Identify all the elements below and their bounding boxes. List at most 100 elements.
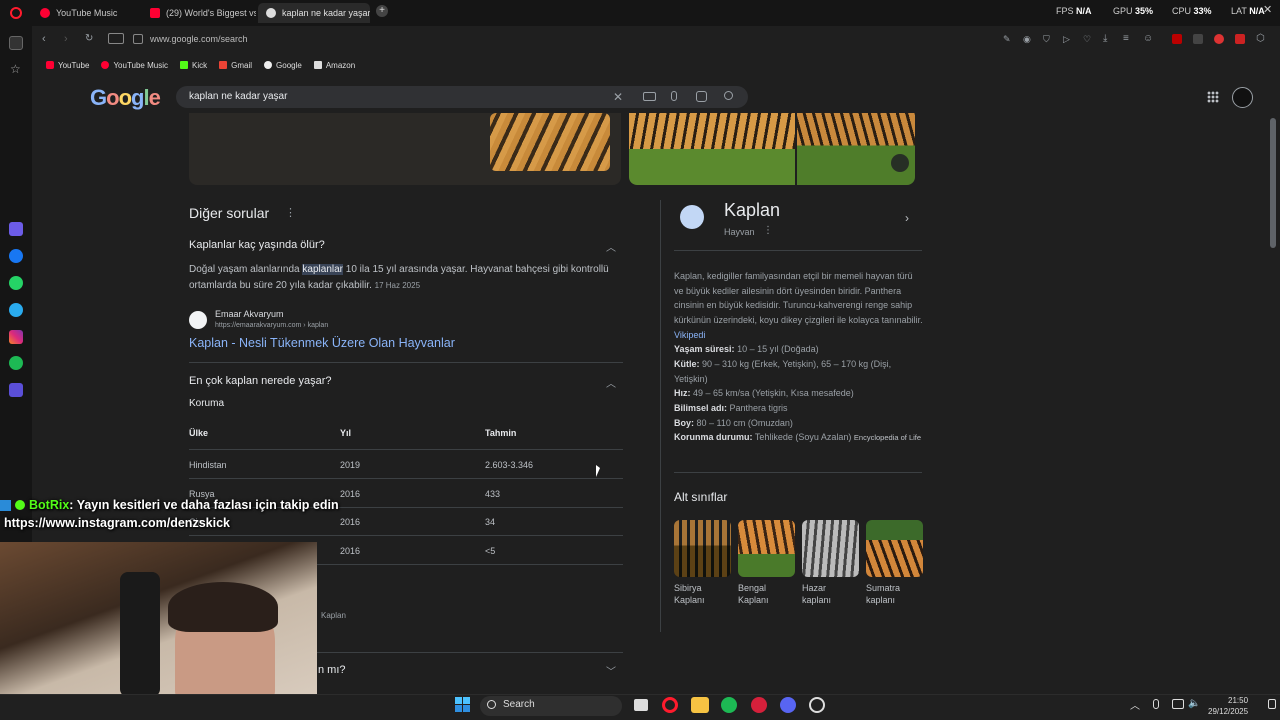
taskbar-clock[interactable]: 21:50 29/12/2025 [1208,695,1248,717]
subclass-siberian-label[interactable]: Sibirya Kaplanı [674,582,734,606]
forward-icon[interactable]: › [64,33,68,45]
bookmark-youtube-music[interactable]: YouTube Music [99,61,170,70]
subclass-bengal-label[interactable]: Bengal Kaplanı [738,582,798,606]
tab-label: kaplan ne kadar yaşar - Go [282,8,370,18]
tab-youtube-video[interactable]: (29) World's Biggest vs Sm [142,3,256,23]
edit-icon[interactable]: ✎ [1003,34,1011,45]
chevron-up-icon[interactable]: ︿ [606,239,616,254]
search-icon[interactable] [724,91,733,100]
audio-speaker-icon[interactable] [680,205,704,229]
spotify-icon[interactable] [9,356,23,370]
tab-youtube-music[interactable]: YouTube Music [32,3,142,23]
spotify-taskbar-icon[interactable] [721,697,737,713]
keyboard-icon[interactable] [643,92,656,101]
extension-icon[interactable] [1214,34,1224,44]
task-view-icon[interactable] [634,699,648,711]
profile-icon[interactable]: ☺ [1143,33,1153,44]
url-text[interactable]: www.google.com/search [150,34,248,44]
tiger-image[interactable] [629,113,795,185]
taskbar-search[interactable] [480,696,622,716]
messenger-icon[interactable] [9,249,23,263]
aria-icon[interactable] [9,222,23,236]
subclass-caspian-image[interactable] [802,520,859,577]
bookmark-kick[interactable]: Kick [178,61,209,70]
page-scrollbar[interactable] [1270,118,1276,248]
close-window-icon[interactable]: ✕ [1263,3,1272,16]
bookmark-google[interactable]: Google [262,61,304,70]
more-images-icon[interactable] [891,154,909,172]
opera-taskbar-icon[interactable] [662,697,678,713]
play-icon[interactable]: ▷ [1063,34,1070,45]
avatar[interactable] [1232,87,1253,108]
mouse-cursor-icon [596,465,600,477]
back-icon[interactable]: ‹ [42,33,46,45]
microphone-tray-icon[interactable] [1153,699,1159,709]
windows-start-icon[interactable] [455,697,470,712]
subclass-sumatran-label[interactable]: Sumatra kaplanı [866,582,926,606]
bookmark-gmail[interactable]: Gmail [217,61,254,70]
network-tray-icon[interactable] [1172,699,1184,709]
star-icon[interactable]: ☆ [10,62,21,76]
file-explorer-icon[interactable] [691,697,709,713]
opera-logo-icon[interactable] [10,7,22,19]
tiger-image[interactable] [490,113,610,171]
new-tab-plus-icon[interactable]: + [376,5,388,17]
paa-question-3[interactable]: n mı? [318,664,346,676]
site-info-icon[interactable] [133,34,143,44]
instagram-icon[interactable] [9,330,23,344]
source-name[interactable]: Emaar Akvaryum [215,309,284,319]
paa-question-2[interactable]: En çok kaplan nerede yaşar? [189,375,331,387]
search-input[interactable]: kaplan ne kadar yaşar [189,91,287,102]
paa-question-1[interactable]: Kaplanlar kaç yaşında ölür? [189,239,325,251]
shield-icon[interactable]: ⛉ [1043,34,1050,45]
tiger-image[interactable] [797,113,915,185]
wikipedia-link[interactable]: Vikipedi [674,330,705,340]
partial-source-title[interactable]: Kaplan [321,611,346,620]
paa-options-icon[interactable]: ⋮ [285,206,296,219]
menu-icon[interactable]: ≡ [1123,33,1129,44]
telegram-icon[interactable] [9,303,23,317]
extensions-puzzle-icon[interactable]: ⬡ [1256,33,1265,44]
chevron-up-icon[interactable]: ︿ [606,375,616,390]
whatsapp-icon[interactable] [9,276,23,290]
source-title-link[interactable]: Kaplan - Nesli Tükenmek Üzere Olan Hayva… [189,336,455,350]
chevron-down-icon[interactable]: ﹀ [606,663,616,678]
tab-google-search[interactable]: kaplan ne kadar yaşar - Go [258,3,370,23]
camera-icon[interactable]: ◉ [1023,34,1031,45]
volume-tray-icon[interactable]: 🔈 [1188,698,1200,709]
google-icon [264,61,273,69]
gmail-icon [219,61,228,69]
source-url[interactable]: https://emaarakvaryum.com › kaplan [215,322,328,329]
notifications-icon[interactable] [1268,699,1276,709]
subclass-bengal-image[interactable] [738,520,795,577]
player-icon[interactable] [9,383,23,397]
apps-grid-icon[interactable] [1207,91,1219,103]
tray-chevron-up-icon[interactable]: ︿ [1130,697,1140,712]
heart-icon[interactable]: ♡ [1083,34,1091,45]
subclass-caspian-label[interactable]: Hazar kaplanı [802,582,862,606]
lens-icon[interactable] [696,91,707,102]
eol-source[interactable]: Encyclopedia of Life [854,433,921,442]
bookmark-youtube[interactable]: YouTube [44,61,91,70]
chat-message: : Yayın kesitleri ve daha fazlası için t… [69,498,339,512]
knowledge-options-icon[interactable]: ⋮ [763,225,773,236]
microphone-icon[interactable] [671,91,677,101]
reload-icon[interactable]: ↻ [85,33,93,44]
discord-taskbar-icon[interactable] [780,697,796,713]
download-icon[interactable]: ⤓ [1103,33,1107,44]
subclass-sumatran-image[interactable] [866,520,923,577]
extension-icon[interactable] [1172,34,1182,44]
taskbar-search-label[interactable]: Search [503,699,535,710]
opera-gx-taskbar-icon[interactable] [751,697,767,713]
table-cell: <5 [485,546,496,556]
vpn-badge-icon[interactable] [108,33,124,44]
steam-settings-taskbar-icon[interactable] [809,697,825,713]
subclass-siberian-image[interactable] [674,520,731,577]
bookmark-amazon[interactable]: Amazon [312,61,357,70]
home-icon[interactable] [9,36,23,50]
clear-search-icon[interactable]: ✕ [613,90,623,104]
extension-icon[interactable] [1235,34,1245,44]
extension-icon[interactable] [1193,34,1203,44]
google-logo[interactable]: Google [90,85,161,111]
chevron-right-icon[interactable]: › [905,211,909,225]
